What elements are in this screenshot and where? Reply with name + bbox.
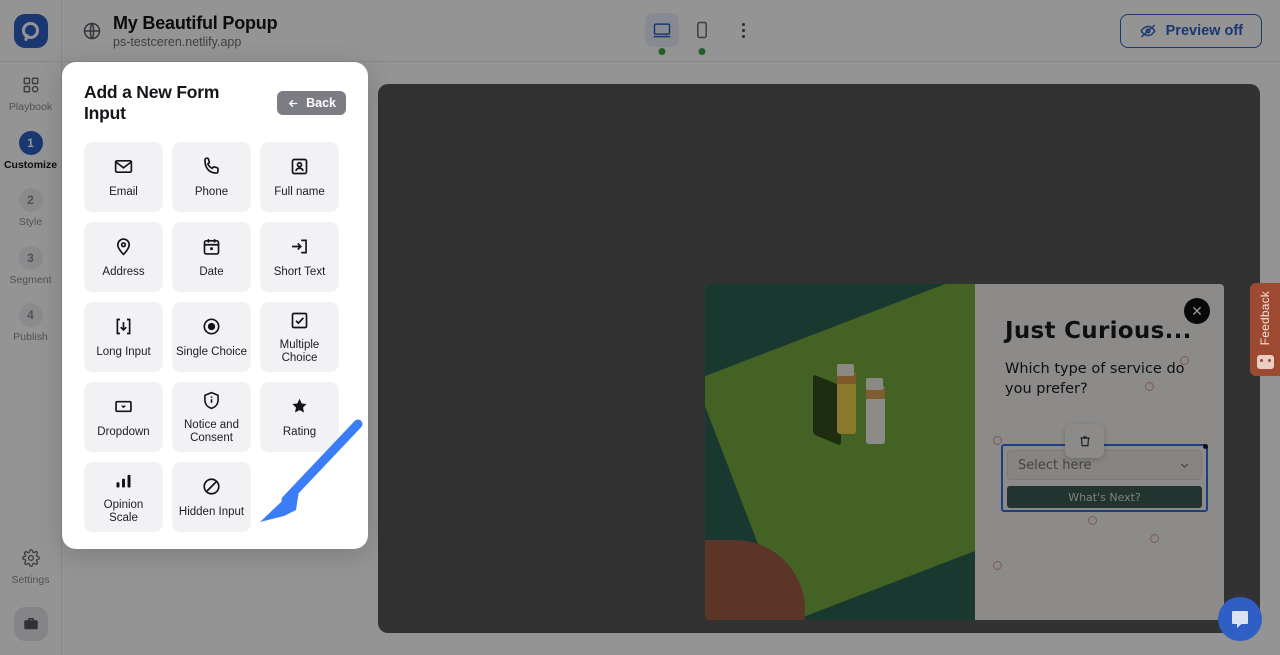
app-root: My Beautiful Popup ps-testceren.netlify.…: [0, 0, 1280, 655]
modal-header: Add a New Form Input Back: [84, 82, 346, 124]
shield-info-icon: [201, 389, 222, 411]
card-label: Address: [102, 266, 144, 279]
form-input-type-grid: Email Phone Full name: [84, 142, 346, 532]
card-label: Long Input: [96, 346, 150, 359]
card-label: Email: [109, 186, 138, 199]
feedback-label: Feedback: [1258, 291, 1272, 345]
form-input-card-email[interactable]: Email: [84, 142, 163, 212]
form-input-card-hidden-input[interactable]: Hidden Input: [172, 462, 251, 532]
back-button-label: Back: [306, 96, 336, 110]
star-icon: [289, 396, 310, 418]
bar-chart-icon: [113, 469, 134, 491]
card-label: Phone: [195, 186, 228, 199]
intercom-messenger-icon[interactable]: [1218, 597, 1262, 641]
form-input-card-date[interactable]: Date: [172, 222, 251, 292]
card-label: Single Choice: [176, 346, 247, 359]
form-input-card-long-input[interactable]: Long Input: [84, 302, 163, 372]
calendar-icon: [201, 236, 222, 258]
form-input-card-opinion-scale[interactable]: Opinion Scale: [84, 462, 163, 532]
card-label: Full name: [274, 186, 325, 199]
phone-icon: [201, 156, 222, 178]
card-label: Multiple Choice: [264, 339, 335, 365]
form-input-card-rating[interactable]: Rating: [260, 382, 339, 452]
form-input-card-address[interactable]: Address: [84, 222, 163, 292]
add-form-input-modal: Add a New Form Input Back Email: [62, 62, 368, 549]
form-input-card-short-text[interactable]: Short Text: [260, 222, 339, 292]
form-input-card-dropdown[interactable]: Dropdown: [84, 382, 163, 452]
form-input-card-multiple-choice[interactable]: Multiple Choice: [260, 302, 339, 372]
card-label: Hidden Input: [179, 506, 244, 519]
map-pin-icon: [113, 236, 134, 258]
radio-button-icon: [201, 316, 222, 338]
text-input-icon: [289, 236, 310, 258]
card-label: Dropdown: [97, 426, 149, 439]
form-input-card-notice-and-consent[interactable]: Notice and Consent: [172, 382, 251, 452]
form-input-card-phone[interactable]: Phone: [172, 142, 251, 212]
contact-card-icon: [289, 156, 310, 178]
envelope-icon: [113, 156, 134, 178]
checkbox-icon: [289, 309, 310, 331]
card-label: Opinion Scale: [88, 499, 159, 525]
card-label: Short Text: [274, 266, 326, 279]
form-input-card-full-name[interactable]: Full name: [260, 142, 339, 212]
dropdown-icon: [113, 396, 134, 418]
feedback-tab[interactable]: Feedback: [1250, 283, 1280, 376]
arrow-left-icon: [287, 97, 300, 110]
form-input-card-single-choice[interactable]: Single Choice: [172, 302, 251, 372]
eye-hidden-slash-icon: [201, 476, 222, 498]
card-label: Rating: [283, 426, 316, 439]
feedback-face-icon: [1257, 355, 1274, 369]
download-box-icon: [113, 316, 134, 338]
modal-title: Add a New Form Input: [84, 82, 265, 124]
card-label: Date: [199, 266, 223, 279]
card-label: Notice and Consent: [176, 419, 247, 445]
back-button[interactable]: Back: [277, 91, 346, 115]
